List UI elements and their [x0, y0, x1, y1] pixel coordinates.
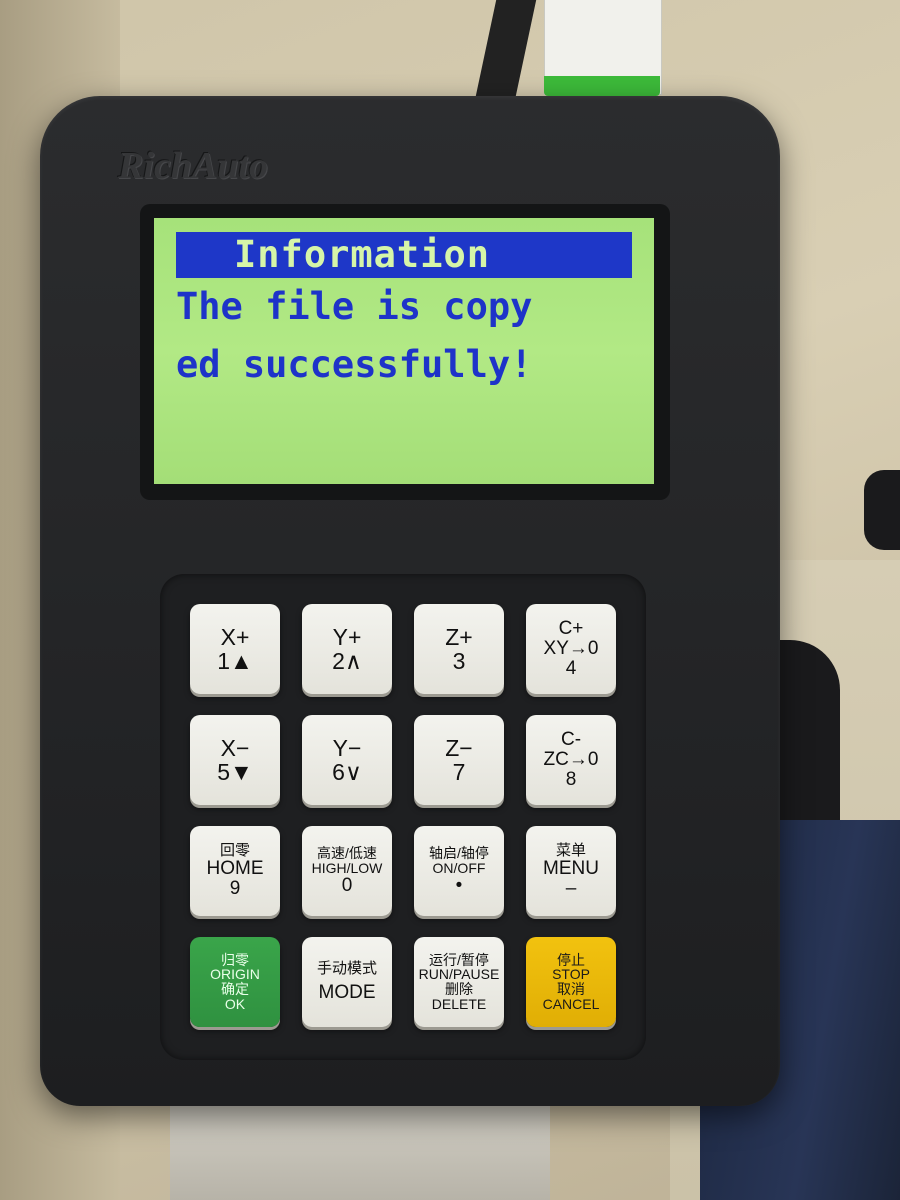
- key-mode[interactable]: 手动模式 MODE: [302, 937, 392, 1027]
- key-run-pause-delete[interactable]: 运行/暂停 RUN/PAUSE 删除 DELETE: [414, 937, 504, 1027]
- message-line-2: ed successfully!: [176, 343, 533, 386]
- lcd-screen: Information The file is copy ed successf…: [154, 218, 654, 484]
- key-z-minus-7[interactable]: Z− 7: [414, 715, 504, 805]
- dsp-controller-pendant: RichAuto Information The file is copy ed…: [40, 96, 780, 1106]
- usb-cable: [475, 0, 537, 96]
- key-c-plus-4[interactable]: C+ XY→0 4: [526, 604, 616, 694]
- usb-drive-connector: [544, 76, 660, 96]
- message-line-1: The file is copy: [176, 285, 533, 328]
- key-z-plus-3[interactable]: Z+ 3: [414, 604, 504, 694]
- lcd-bezel: Information The file is copy ed successf…: [140, 204, 670, 500]
- key-menu-minus[interactable]: 菜单 MENU –: [526, 826, 616, 916]
- key-y-minus-6[interactable]: Y− 6∨: [302, 715, 392, 805]
- key-high-low-0[interactable]: 高速/低速 HIGH/LOW 0: [302, 826, 392, 916]
- key-home-9[interactable]: 回零 HOME 9: [190, 826, 280, 916]
- keypad: X+ 1▲ Y+ 2∧ Z+ 3 C+ XY→0 4 X− 5▼ Y− 6∨ Z…: [160, 574, 646, 1060]
- key-on-off-dot[interactable]: 轴启/轴停 ON/OFF •: [414, 826, 504, 916]
- key-x-minus-5[interactable]: X− 5▼: [190, 715, 280, 805]
- background-shoe: [864, 470, 900, 550]
- cable-base: [170, 1090, 550, 1200]
- screen-title: Information: [176, 232, 632, 278]
- brand-logo: RichAuto: [118, 145, 268, 187]
- key-c-minus-8[interactable]: C- ZC→0 8: [526, 715, 616, 805]
- key-y-plus-2[interactable]: Y+ 2∧: [302, 604, 392, 694]
- key-stop-cancel[interactable]: 停止 STOP 取消 CANCEL: [526, 937, 616, 1027]
- key-origin-ok[interactable]: 归零 ORIGIN 确定 OK: [190, 937, 280, 1027]
- key-x-plus-1[interactable]: X+ 1▲: [190, 604, 280, 694]
